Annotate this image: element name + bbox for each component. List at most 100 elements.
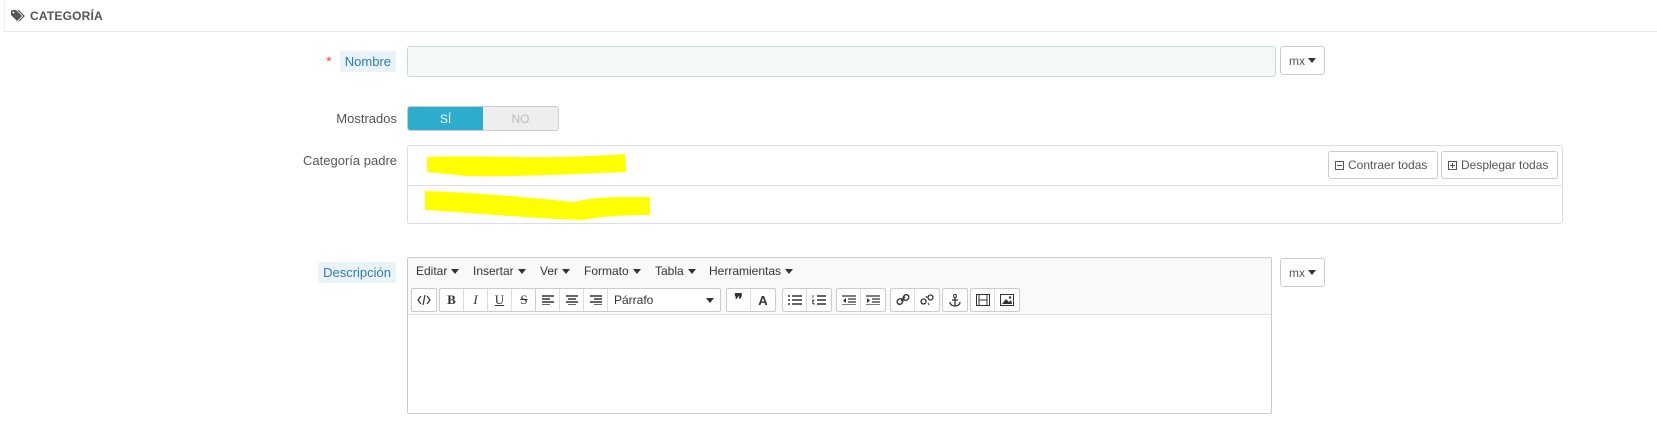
bullet-list-button[interactable] — [783, 289, 807, 311]
displayed-no-option[interactable]: NO — [483, 107, 558, 130]
bullet-list-icon — [787, 295, 802, 305]
format-select-value: Párrafo — [614, 293, 654, 307]
toolbar-group-anchor — [942, 288, 968, 312]
numbered-list-button[interactable] — [807, 289, 831, 311]
toolbar-group-links — [890, 288, 940, 312]
caret-down-icon — [451, 268, 460, 274]
redacted-tree-root — [427, 154, 626, 177]
name-label-row: * Nombre — [300, 51, 396, 72]
caret-down-icon — [632, 268, 641, 274]
displayed-yes-option[interactable]: SÍ — [408, 107, 483, 130]
menu-ver[interactable]: Ver — [540, 264, 571, 278]
numbered-list-icon — [812, 295, 826, 305]
align-center-button[interactable] — [560, 289, 584, 311]
align-center-icon — [565, 295, 578, 305]
caret-down-icon — [785, 268, 794, 274]
underline-icon: U — [494, 292, 505, 307]
name-label: Nombre — [339, 51, 396, 72]
menu-editar[interactable]: Editar — [416, 264, 460, 278]
collapse-all-button[interactable]: Contraer todas — [1328, 151, 1438, 179]
text-color-button[interactable]: A — [751, 289, 775, 311]
expand-all-label: Desplegar todas — [1461, 158, 1549, 172]
indent-icon — [866, 295, 880, 305]
link-icon — [895, 294, 910, 306]
expand-square-icon — [1448, 160, 1457, 170]
italic-icon: I — [473, 292, 478, 307]
displayed-label: Mostrados — [336, 111, 397, 126]
outdent-icon — [841, 295, 856, 305]
caret-down-icon — [562, 268, 571, 274]
remove-link-button[interactable] — [915, 289, 939, 311]
menu-ver-label: Ver — [540, 264, 559, 278]
description-language-label: mx — [1289, 265, 1305, 280]
panel-title: CATEGORÍA — [30, 9, 103, 23]
editor-content-area[interactable] — [408, 315, 1271, 412]
align-right-button[interactable] — [584, 289, 608, 311]
unlink-icon — [920, 294, 934, 306]
expand-all-button[interactable]: Desplegar todas — [1441, 151, 1558, 179]
toolbar-group-code — [411, 288, 437, 312]
name-input[interactable] — [407, 46, 1276, 77]
menu-tabla-label: Tabla — [655, 264, 684, 278]
text-color-icon: A — [758, 292, 768, 308]
description-label: Descripción — [318, 262, 396, 283]
caret-down-icon — [687, 268, 696, 274]
toolbar-group-align-format: Párrafo — [535, 288, 721, 312]
blockquote-button[interactable]: ❞ — [727, 289, 751, 311]
redacted-tree-item — [425, 191, 650, 220]
description-editor: Editar Insertar Ver Formato Tabla Herram… — [407, 257, 1272, 414]
italic-button[interactable]: I — [464, 289, 488, 311]
indent-button[interactable] — [861, 289, 885, 311]
strikethrough-icon: S — [520, 292, 528, 307]
code-icon — [417, 295, 431, 305]
film-icon — [975, 294, 990, 306]
menu-tabla[interactable]: Tabla — [655, 264, 696, 278]
collapse-square-icon — [1335, 160, 1344, 170]
menu-editar-label: Editar — [416, 264, 448, 278]
menu-insertar[interactable]: Insertar — [473, 264, 526, 278]
displayed-switch[interactable]: SÍ NO — [407, 106, 559, 131]
quote-icon: ❞ — [734, 292, 743, 309]
anchor-button[interactable] — [943, 289, 967, 311]
caret-down-icon — [706, 297, 714, 303]
menu-formato-label: Formato — [584, 264, 629, 278]
panel-heading: CATEGORÍA — [4, 0, 1657, 32]
editor-toolbar: B I U S Párrafo ❞ A — [408, 284, 1271, 315]
align-left-icon — [541, 295, 554, 305]
format-select[interactable]: Párrafo — [608, 289, 720, 311]
image-icon — [1000, 294, 1014, 306]
underline-button[interactable]: U — [488, 289, 512, 311]
outdent-button[interactable] — [837, 289, 861, 311]
insert-image-button[interactable] — [995, 289, 1019, 311]
bold-icon: B — [447, 292, 456, 307]
collapse-all-label: Contraer todas — [1348, 158, 1428, 172]
tags-icon — [11, 10, 25, 22]
toolbar-group-lists — [782, 288, 832, 312]
toolbar-group-indent — [836, 288, 886, 312]
caret-down-icon — [1308, 58, 1316, 63]
caret-down-icon — [517, 268, 526, 274]
name-language-label: mx — [1289, 53, 1305, 68]
strikethrough-button[interactable]: S — [512, 289, 536, 311]
description-label-row: Descripción — [300, 262, 396, 283]
menu-herramientas-label: Herramientas — [709, 264, 782, 278]
caret-down-icon — [1308, 270, 1316, 275]
bold-button[interactable]: B — [440, 289, 464, 311]
editor-menubar: Editar Insertar Ver Formato Tabla Herram… — [408, 258, 1271, 285]
description-language-dropdown[interactable]: mx — [1280, 258, 1325, 287]
menu-insertar-label: Insertar — [473, 264, 514, 278]
align-right-icon — [589, 295, 602, 305]
align-left-button[interactable] — [536, 289, 560, 311]
toolbar-group-text-style: B I U S — [439, 288, 537, 312]
menu-formato[interactable]: Formato — [584, 264, 641, 278]
toolbar-group-quote-color: ❞ A — [726, 288, 776, 312]
toolbar-group-media — [970, 288, 1020, 312]
insert-link-button[interactable] — [891, 289, 915, 311]
menu-herramientas[interactable]: Herramientas — [709, 264, 794, 278]
name-language-dropdown[interactable]: mx — [1280, 46, 1325, 75]
source-code-button[interactable] — [412, 289, 436, 311]
insert-video-button[interactable] — [971, 289, 995, 311]
required-marker: * — [326, 53, 332, 69]
parent-category-label: Categoría padre — [303, 153, 397, 168]
anchor-icon — [949, 293, 961, 307]
